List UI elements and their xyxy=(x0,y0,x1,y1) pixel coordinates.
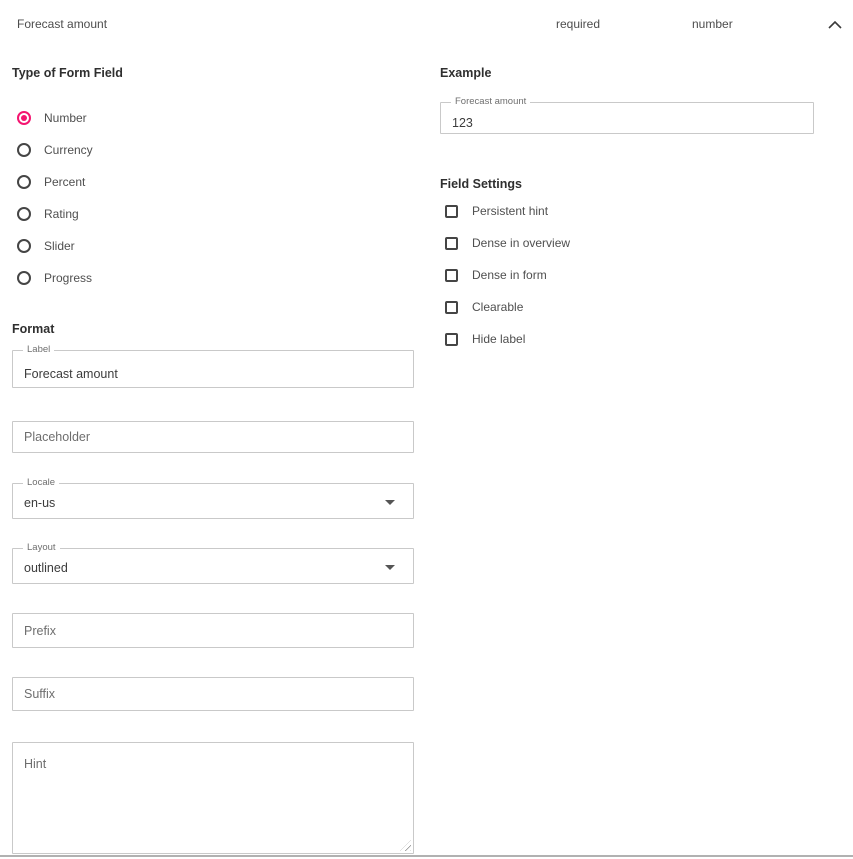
checkbox-label: Clearable xyxy=(472,300,523,314)
checkbox-persistent-hint[interactable]: Persistent hint xyxy=(440,195,814,227)
form-field-config-panel: Forecast amount required number Type of … xyxy=(0,0,853,859)
locale-select-label: Locale xyxy=(23,477,59,489)
checkbox-label: Persistent hint xyxy=(472,204,548,218)
locale-select-value: en-us xyxy=(13,484,413,510)
radio-icon xyxy=(17,143,31,157)
example-field-label: Forecast amount xyxy=(451,96,530,108)
hint-textarea[interactable] xyxy=(13,743,413,853)
checkbox-dense-in-form[interactable]: Dense in form xyxy=(440,259,814,291)
radio-option-rating[interactable]: Rating xyxy=(12,198,414,230)
checkbox-icon xyxy=(445,237,458,250)
radio-icon xyxy=(17,175,31,189)
checkbox-dense-in-overview[interactable]: Dense in overview xyxy=(440,227,814,259)
radio-label: Rating xyxy=(44,207,79,221)
label-field: Label xyxy=(12,350,414,388)
dropdown-arrow-icon xyxy=(385,500,395,505)
checkbox-hide-label[interactable]: Hide label xyxy=(440,323,814,355)
checkbox-icon xyxy=(445,301,458,314)
checkbox-clearable[interactable]: Clearable xyxy=(440,291,814,323)
checkbox-icon xyxy=(445,269,458,282)
radio-label: Percent xyxy=(44,175,85,189)
radio-group-field-type: Number Currency Percent Rating Slider Pr… xyxy=(12,102,414,294)
prefix-field xyxy=(12,613,414,648)
panel-header: Forecast amount required number xyxy=(0,0,853,48)
radio-option-slider[interactable]: Slider xyxy=(12,230,414,262)
layout-select-value: outlined xyxy=(13,549,413,575)
radio-label: Currency xyxy=(44,143,93,157)
radio-icon xyxy=(17,111,31,125)
hint-field xyxy=(12,742,414,854)
radio-option-progress[interactable]: Progress xyxy=(12,262,414,294)
collapse-button[interactable] xyxy=(825,16,845,32)
label-field-label: Label xyxy=(23,344,54,356)
radio-icon xyxy=(17,239,31,253)
locale-select[interactable]: Locale en-us xyxy=(12,483,414,519)
example-field: Forecast amount xyxy=(440,102,814,134)
checkbox-icon xyxy=(445,333,458,346)
required-badge: required xyxy=(556,17,600,31)
panel-title: Forecast amount xyxy=(17,17,107,31)
radio-option-currency[interactable]: Currency xyxy=(12,134,414,166)
checkbox-icon xyxy=(445,205,458,218)
section-heading-example: Example xyxy=(440,65,814,81)
radio-icon xyxy=(17,207,31,221)
label-input[interactable] xyxy=(13,351,413,387)
right-column: Example Forecast amount Field Settings P… xyxy=(440,65,814,355)
placeholder-input[interactable] xyxy=(13,422,413,452)
section-heading-format: Format xyxy=(12,321,414,337)
checkbox-label: Dense in overview xyxy=(472,236,570,250)
suffix-input[interactable] xyxy=(13,678,413,710)
suffix-field xyxy=(12,677,414,711)
radio-option-number[interactable]: Number xyxy=(12,102,414,134)
radio-option-percent[interactable]: Percent xyxy=(12,166,414,198)
section-heading-type: Type of Form Field xyxy=(12,65,414,81)
left-column: Type of Form Field Number Currency Perce… xyxy=(12,65,414,854)
section-heading-settings: Field Settings xyxy=(440,176,814,192)
dropdown-arrow-icon xyxy=(385,565,395,570)
radio-icon xyxy=(17,271,31,285)
radio-label: Slider xyxy=(44,239,75,253)
radio-label: Number xyxy=(44,111,87,125)
checkbox-label: Dense in form xyxy=(472,268,547,282)
placeholder-field xyxy=(12,421,414,453)
field-settings-group: Persistent hint Dense in overview Dense … xyxy=(440,195,814,355)
radio-label: Progress xyxy=(44,271,92,285)
prefix-input[interactable] xyxy=(13,614,413,647)
layout-select[interactable]: Layout outlined xyxy=(12,548,414,584)
bottom-divider xyxy=(0,855,853,857)
layout-select-label: Layout xyxy=(23,542,60,554)
chevron-up-icon xyxy=(828,17,842,32)
type-badge: number xyxy=(692,17,733,31)
checkbox-label: Hide label xyxy=(472,332,525,346)
